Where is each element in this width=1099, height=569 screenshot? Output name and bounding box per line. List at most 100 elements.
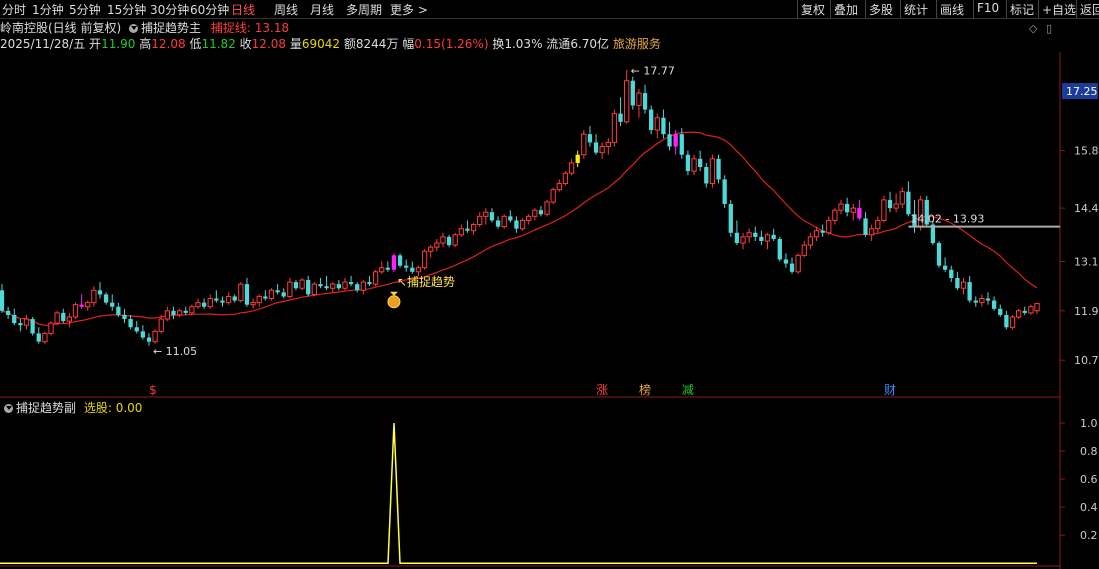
candle-body[interactable] [176,310,183,316]
candle-body[interactable] [379,267,385,273]
candle-body[interactable] [685,154,691,172]
period-tab-2[interactable]: 5分钟 [69,1,101,18]
candle-body[interactable] [967,282,972,301]
candle-body[interactable] [875,219,881,230]
candle-body[interactable] [508,216,513,221]
candle-body[interactable] [360,281,366,291]
candle-body[interactable] [268,289,275,300]
candle-body[interactable] [110,302,115,307]
candle-body[interactable] [189,306,195,314]
candle-body[interactable] [220,300,225,303]
candle-body[interactable] [544,201,550,215]
indicator-name[interactable]: 捕捉趋势主 [141,21,201,35]
candle-body[interactable] [642,93,648,110]
candle-body[interactable] [587,134,593,143]
candle-body[interactable] [789,263,795,272]
candle-body[interactable] [955,277,960,289]
candle-body[interactable] [465,228,470,231]
event-marker[interactable]: 减 [682,383,694,397]
candle-body[interactable] [201,302,207,307]
candle-body[interactable] [709,158,716,184]
candle-body[interactable] [764,234,771,242]
candle-body[interactable] [826,219,832,234]
indicator-dropdown-icon[interactable] [129,24,139,33]
candle-body[interactable] [355,284,360,291]
candle-body[interactable] [440,236,446,244]
candle-body[interactable] [581,133,587,156]
candle-body[interactable] [391,255,397,270]
candle-body[interactable] [23,318,30,326]
candle-body[interactable] [899,191,905,205]
candle-body[interactable] [66,316,73,322]
candle-body[interactable] [813,230,820,238]
candle-body[interactable] [489,212,495,221]
period-tab-9[interactable]: 多周期 [346,1,382,18]
candle-body[interactable] [421,250,428,269]
candle-body[interactable] [275,290,280,293]
scroll-icon[interactable]: ▯ [1046,22,1052,35]
candle-body[interactable] [299,279,305,289]
candle-body[interactable] [164,310,170,320]
candle-body[interactable] [654,117,660,131]
candle-body[interactable] [171,310,176,315]
period-tab-5[interactable]: 60分钟 [190,1,229,18]
period-tab-6[interactable]: 日线 [231,1,255,18]
candle-body[interactable] [336,284,341,289]
candle-body[interactable] [667,134,672,147]
candle-body[interactable] [348,282,354,285]
candle-body[interactable] [949,269,954,278]
candle-body[interactable] [869,228,875,236]
tool-button-0[interactable]: 复权 [801,1,825,18]
candle-body[interactable] [238,283,244,302]
candle-body[interactable] [991,300,997,309]
candle-body[interactable] [936,243,942,266]
candle-body[interactable] [458,228,464,236]
candle-body[interactable] [906,191,911,215]
candle-body[interactable] [122,314,127,320]
sector-link[interactable]: 旅游服务 [613,37,661,51]
period-tab-10[interactable]: 更多 > [390,1,428,18]
candle-body[interactable] [556,182,562,191]
candle-body[interactable] [850,207,856,213]
event-marker[interactable]: 涨 [596,382,608,397]
diamond-icon[interactable]: ◇ [1029,22,1037,35]
candle-body[interactable] [636,92,642,106]
candle-body[interactable] [753,232,758,237]
candle-body[interactable] [624,80,630,123]
candle-body[interactable] [342,281,348,289]
candle-body[interactable] [367,282,372,285]
candle-body[interactable] [30,319,35,334]
event-marker[interactable]: 榜 [639,382,651,397]
candle-body[interactable] [477,215,483,226]
candle-body[interactable] [863,218,868,235]
period-tab-3[interactable]: 15分钟 [107,1,146,18]
candle-body[interactable] [54,312,60,324]
candle-body[interactable] [410,267,415,272]
candle-body[interactable] [575,154,580,163]
candle-body[interactable] [716,158,721,180]
tool-button-2[interactable]: 多股 [869,1,893,18]
candle-body[interactable] [415,267,422,273]
candle-body[interactable] [777,238,782,260]
candle-body[interactable] [225,295,232,304]
candle-body[interactable] [281,292,286,297]
candle-body[interactable] [48,322,54,334]
candle-body[interactable] [599,145,605,154]
candle-body[interactable] [1034,302,1040,312]
candle-body[interactable] [783,259,789,264]
candle-body[interactable] [1009,316,1016,328]
candle-body[interactable] [820,230,825,233]
period-tab-0[interactable]: 分时 [2,1,26,18]
tool-button-1[interactable]: 叠加 [834,1,858,18]
tool-button-8[interactable]: 返回 [1080,1,1099,18]
candle-body[interactable] [318,284,323,287]
candle-body[interactable] [263,296,268,299]
candle-body[interactable] [311,283,317,295]
candle-body[interactable] [771,234,776,239]
candle-body[interactable] [61,312,66,322]
candle-body[interactable] [973,300,978,303]
candle-body[interactable] [881,199,887,221]
tool-button-6[interactable]: 标记 [1010,1,1034,18]
candle-body[interactable] [838,203,844,211]
candle-body[interactable] [397,255,403,266]
